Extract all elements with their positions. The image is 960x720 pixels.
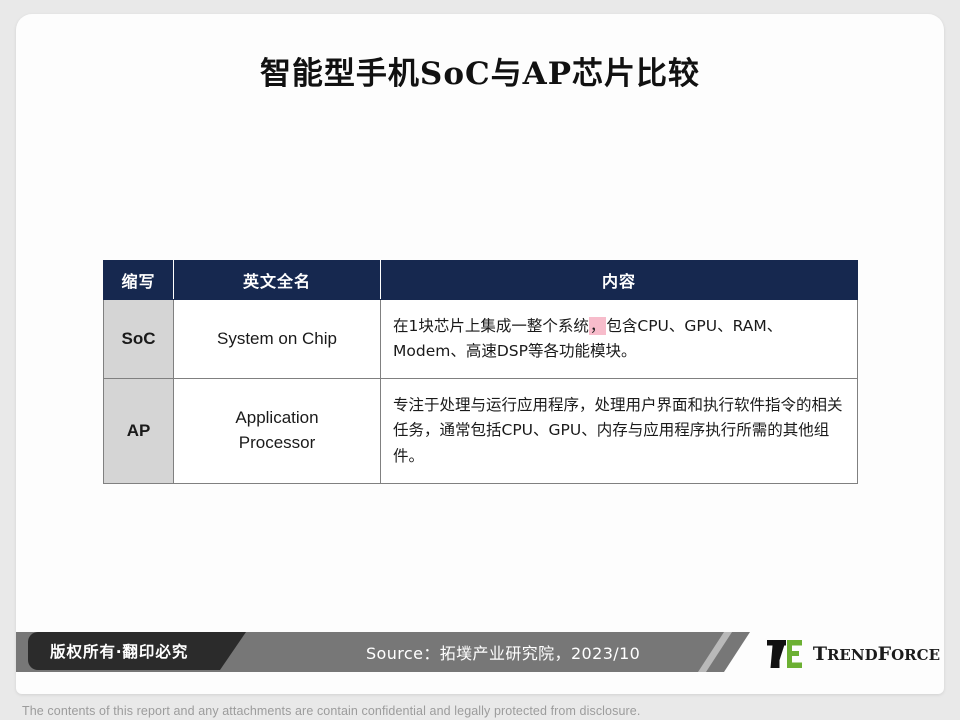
- brand-rend: REND: [826, 646, 878, 664]
- table-header-row: 缩写 英文全名 内容: [103, 260, 858, 300]
- cell-abbr-ap: AP: [103, 378, 174, 484]
- brand-f: F: [877, 643, 892, 665]
- trendforce-logo: TRENDFORCE: [766, 640, 940, 668]
- fullname-ap-line2: Processor: [238, 433, 316, 452]
- brand-orce: ORCE: [891, 646, 940, 664]
- comparison-table: 缩写 英文全名 内容 SoC System on Chip 在1块芯片上集成一整…: [103, 260, 858, 484]
- column-header-content: 内容: [380, 260, 858, 300]
- cell-abbr-soc: SoC: [103, 299, 174, 379]
- slide-footer: 版权所有‧翻印必究 Source：拓墣产业研究院，2023/10 TRENDFO…: [16, 632, 944, 694]
- slide: 拓墣 TOPOLOGY RESEARCH INSTITUTE 智能型手机SoC与…: [0, 0, 960, 720]
- page-title: 智能型手机SoC与AP芯片比较: [259, 56, 701, 92]
- table-row: SoC System on Chip 在1块芯片上集成一整个系统，包含CPU、G…: [103, 299, 858, 379]
- cell-content-ap: 专注于处理与运行应用程序，处理用户界面和执行软件指令的相关任务，通常包括CPU、…: [380, 378, 858, 484]
- cell-content-soc: 在1块芯片上集成一整个系统，包含CPU、GPU、RAM、Modem、高速DSP等…: [380, 299, 858, 379]
- slide-card: 拓墣 TOPOLOGY RESEARCH INSTITUTE 智能型手机SoC与…: [16, 14, 944, 694]
- column-header-abbr: 缩写: [103, 260, 174, 300]
- copyright-text: 版权所有‧翻印必究: [50, 643, 189, 661]
- cell-fullname-soc: System on Chip: [173, 299, 381, 379]
- brand-t: T: [812, 643, 827, 665]
- disclaimer-text: The contents of this report and any atta…: [22, 704, 641, 718]
- content-soc-part1: 在1块芯片上集成一整个系统: [393, 316, 589, 335]
- table-row: AP Application Processor 专注于处理与运行应用程序，处理用…: [103, 378, 858, 484]
- trendforce-wordmark: TRENDFORCE: [813, 643, 940, 665]
- source-text: Source：拓墣产业研究院，2023/10: [366, 644, 641, 663]
- comparison-table-container: 缩写 英文全名 内容 SoC System on Chip 在1块芯片上集成一整…: [103, 260, 858, 484]
- trendforce-mark-icon: [766, 640, 802, 668]
- column-header-fullname: 英文全名: [173, 260, 381, 300]
- content-soc-highlight: ，: [588, 316, 607, 335]
- cell-fullname-ap: Application Processor: [173, 378, 381, 484]
- fullname-ap-line1: Application: [235, 408, 319, 428]
